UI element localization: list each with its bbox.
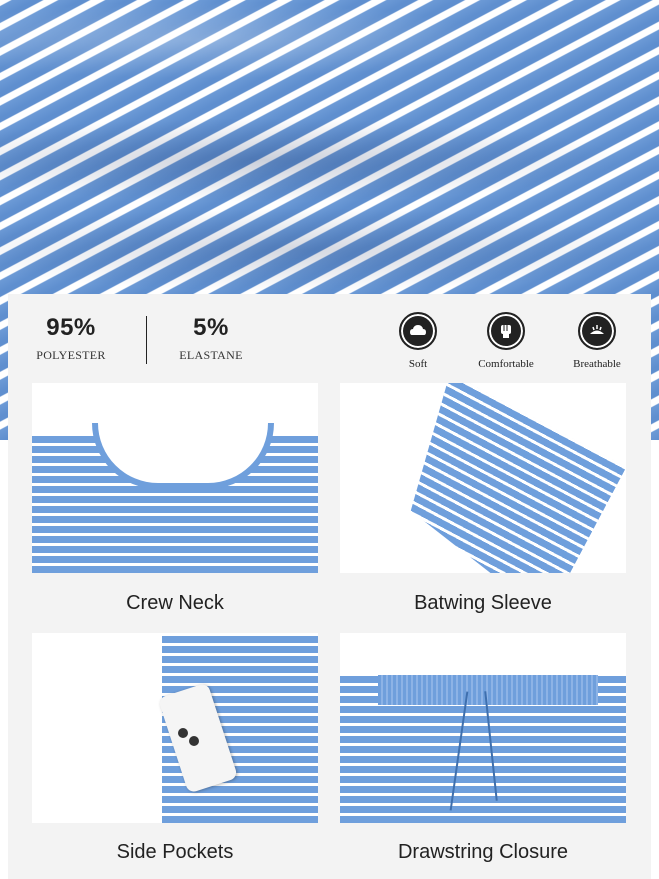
drawstring-closure-caption: Drawstring Closure: [397, 841, 569, 863]
feature-soft-label: Soft: [408, 358, 428, 370]
wind-breathable-icon: [578, 312, 616, 350]
feature-comfortable-label: Comfortable: [478, 358, 534, 370]
drawstring-closure-image: [340, 633, 626, 823]
polyester-stat: 95% POLYESTER: [28, 314, 114, 363]
batwing-sleeve-image: [340, 383, 626, 573]
feature-breathable-label: Breathable: [573, 358, 621, 370]
cloud-soft-icon: [399, 312, 437, 350]
fist-comfortable-icon: [487, 312, 525, 350]
elastane-label: ELASTANE: [179, 348, 243, 362]
feature-soft: Soft: [378, 312, 458, 370]
batwing-sleeve-caption: Batwing Sleeve: [414, 592, 552, 614]
stat-divider: [146, 316, 147, 364]
polyester-percent: 95%: [46, 314, 96, 341]
feature-breathable: Breathable: [557, 312, 637, 370]
elastane-percent: 5%: [193, 314, 229, 341]
feature-comfortable: Comfortable: [466, 312, 546, 370]
side-pockets-image: [32, 633, 318, 823]
side-pockets-caption: Side Pockets: [116, 841, 234, 863]
crew-neck-image: [32, 383, 318, 573]
crew-neck-caption: Crew Neck: [126, 592, 224, 614]
polyester-label: POLYESTER: [36, 348, 106, 362]
elastane-stat: 5% ELASTANE: [170, 314, 252, 363]
